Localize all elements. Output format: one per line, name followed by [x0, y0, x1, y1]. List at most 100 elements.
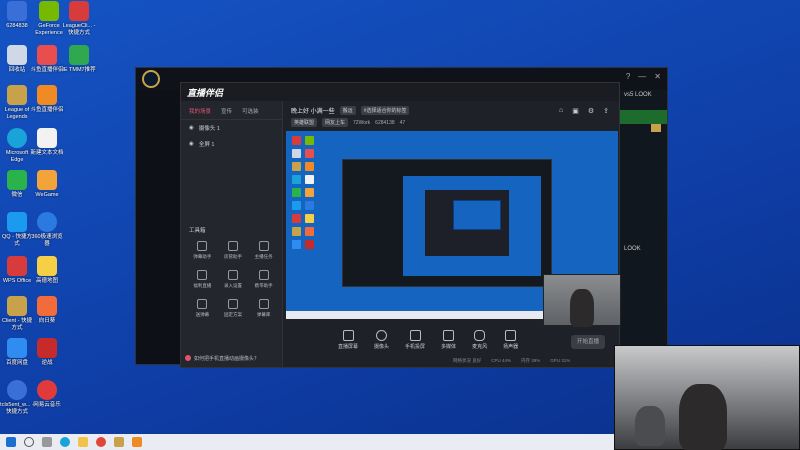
- scene-label: 摄像头 1: [198, 126, 220, 132]
- help-button[interactable]: ?: [626, 72, 630, 81]
- phone-cast-button[interactable]: 手机投屏: [405, 330, 425, 350]
- scene-item[interactable]: ◉ 全屏 1: [181, 136, 282, 152]
- desktop-icon-10[interactable]: 微信: [0, 170, 34, 199]
- microphone-button[interactable]: 麦克风: [472, 330, 487, 350]
- desktop-icon-5[interactable]: IE TMM7推荐: [62, 45, 96, 74]
- tool-button[interactable]: 弹幕助手: [187, 241, 218, 260]
- douyu-taskbar-icon[interactable]: [132, 437, 142, 447]
- webcam-overlay-small: [543, 274, 621, 327]
- desktop-icon-3[interactable]: 回收站: [0, 45, 34, 74]
- tag-chip[interactable]: #选择适合你的标签: [360, 106, 410, 115]
- room-chip[interactable]: 搬运: [339, 106, 356, 115]
- danmu-icon: [197, 241, 208, 251]
- desktop-icon-6[interactable]: League of Legends: [0, 85, 34, 120]
- desktop-icon-20[interactable]: tcls5ent_w... - 快捷方式: [0, 380, 34, 415]
- windows-taskbar: [0, 434, 614, 450]
- app-icon: [7, 1, 27, 21]
- tab-my-scenes[interactable]: 我的场景: [189, 107, 211, 115]
- chair-shape: [635, 406, 665, 446]
- gift-icon: [197, 270, 208, 280]
- send-icon: [197, 299, 208, 309]
- gift-icon[interactable]: ⌂: [559, 107, 563, 115]
- app-icon: [7, 380, 27, 400]
- edge-icon[interactable]: [60, 437, 70, 447]
- toolbox-title: 工具箱: [189, 228, 206, 234]
- tool-button[interactable]: 固定方案: [218, 299, 249, 318]
- share-icon[interactable]: ⇪: [603, 107, 609, 115]
- app-icon: [7, 296, 27, 316]
- explorer-icon[interactable]: [78, 437, 88, 447]
- qq-icon: [7, 212, 27, 232]
- taskview-icon[interactable]: [42, 437, 52, 447]
- bag-icon[interactable]: ▣: [572, 107, 579, 115]
- desktop-icon-4[interactable]: 斗鱼直播伴侣: [30, 45, 64, 74]
- gpu-stat: GPU 31%: [550, 358, 571, 363]
- browser-icon: [37, 212, 57, 232]
- screen-capture-button[interactable]: 直播屏幕: [338, 330, 358, 350]
- desktop-icon-18[interactable]: 百度网盘: [0, 338, 34, 367]
- webcam-overlay-large: [614, 345, 800, 450]
- header-icons: ⌂ ▣ ⚙ ⇪: [559, 107, 609, 115]
- start-button[interactable]: [6, 437, 16, 447]
- monitor-icon: [342, 330, 354, 341]
- app-icon: [37, 45, 57, 65]
- download-icon: [227, 270, 238, 280]
- app-icon: [37, 85, 57, 105]
- notice-text: 如何把手机直播动画摄像头？: [194, 355, 260, 362]
- desktop-icon-13[interactable]: 360极速浏览器: [30, 212, 64, 247]
- eye-icon[interactable]: ◉: [189, 141, 194, 147]
- preview-nested-app: [425, 190, 509, 256]
- go-live-button[interactable]: 开始直播: [571, 335, 605, 349]
- sunflower-icon: [37, 296, 57, 316]
- status-bar: [620, 110, 667, 124]
- chrome-icon[interactable]: [96, 437, 106, 447]
- lol-logo-icon: [142, 70, 160, 88]
- tool-button[interactable]: 主播任务: [248, 241, 279, 260]
- desktop-icon-17[interactable]: 向日葵: [30, 296, 64, 325]
- performance-stats: 网络状况 良好 CPU 44% 内存 39% GPU 31%: [453, 358, 619, 364]
- desktop-icon-2[interactable]: LeagueCli... - 快捷方式: [62, 1, 96, 36]
- mode-chip[interactable]: 网友上车: [322, 118, 349, 127]
- toolbox-grid: 弹幕助手 房管助手 主播任务 福利直播 录入设置 携带助手 送弹幕 固定方案 弹…: [187, 241, 279, 318]
- file-icon: [69, 45, 89, 65]
- category-chip[interactable]: 英雄联盟: [291, 118, 318, 127]
- tool-button[interactable]: 房管助手: [218, 241, 249, 260]
- tool-button[interactable]: 录入设置: [218, 270, 249, 289]
- search-icon[interactable]: [24, 437, 34, 447]
- minimize-button[interactable]: —: [638, 72, 646, 81]
- eye-icon[interactable]: ◉: [189, 125, 194, 131]
- tool-button[interactable]: 送弹幕: [187, 299, 218, 318]
- desktop-icon-11[interactable]: WeGame: [30, 170, 64, 199]
- person-figure: [570, 289, 594, 327]
- desktop-icon-21[interactable]: 网易云音乐: [30, 380, 64, 409]
- close-button[interactable]: ✕: [654, 72, 661, 81]
- settings-icon[interactable]: ⚙: [588, 107, 594, 115]
- desktop-icon-12[interactable]: QQ - 快捷方式: [0, 212, 34, 247]
- notice-bar[interactable]: 如何把手机直播动画摄像头？: [185, 353, 278, 363]
- tab-optional[interactable]: 可选装: [242, 107, 259, 115]
- desktop-icon-7[interactable]: 斗鱼直播伴侣: [30, 85, 64, 114]
- look-label: LOOK: [624, 246, 641, 252]
- camera-button[interactable]: 摄像头: [374, 330, 389, 350]
- media-button[interactable]: 多媒体: [441, 330, 456, 350]
- room-title[interactable]: 晚上好 小满一些: [291, 106, 335, 115]
- desktop-icon-15[interactable]: 高德地图: [30, 256, 64, 285]
- desktop-icon-19[interactable]: 逆战: [30, 338, 64, 367]
- viewer-count: 47: [399, 119, 406, 126]
- app-icon: [69, 1, 89, 21]
- desktop-icon-9[interactable]: 新建文本文档: [30, 128, 64, 157]
- speaker-button[interactable]: 扬声器: [503, 330, 518, 350]
- desktop-icon-1[interactable]: GeForce Experience: [32, 1, 66, 36]
- tool-button[interactable]: 携带助手: [248, 270, 279, 289]
- desktop-icon-8[interactable]: Microsoft Edge: [0, 128, 34, 163]
- tool-button[interactable]: 福利直播: [187, 270, 218, 289]
- tool-button[interactable]: 弹幕库: [248, 299, 279, 318]
- tab-promo[interactable]: 宣传: [221, 107, 232, 115]
- desktop-icon-14[interactable]: WPS Office: [0, 256, 34, 285]
- memory-stat: 内存 39%: [521, 358, 541, 363]
- lol-taskbar-icon[interactable]: [114, 437, 124, 447]
- desktop-icon-0[interactable]: 6284838: [0, 1, 34, 30]
- desktop-icon-16[interactable]: Client - 快捷方式: [0, 296, 34, 331]
- scene-item[interactable]: ◉ 摄像头 1: [181, 120, 282, 136]
- room-meta: 英雄联盟 网友上车 72Work 6284138 47: [291, 118, 619, 127]
